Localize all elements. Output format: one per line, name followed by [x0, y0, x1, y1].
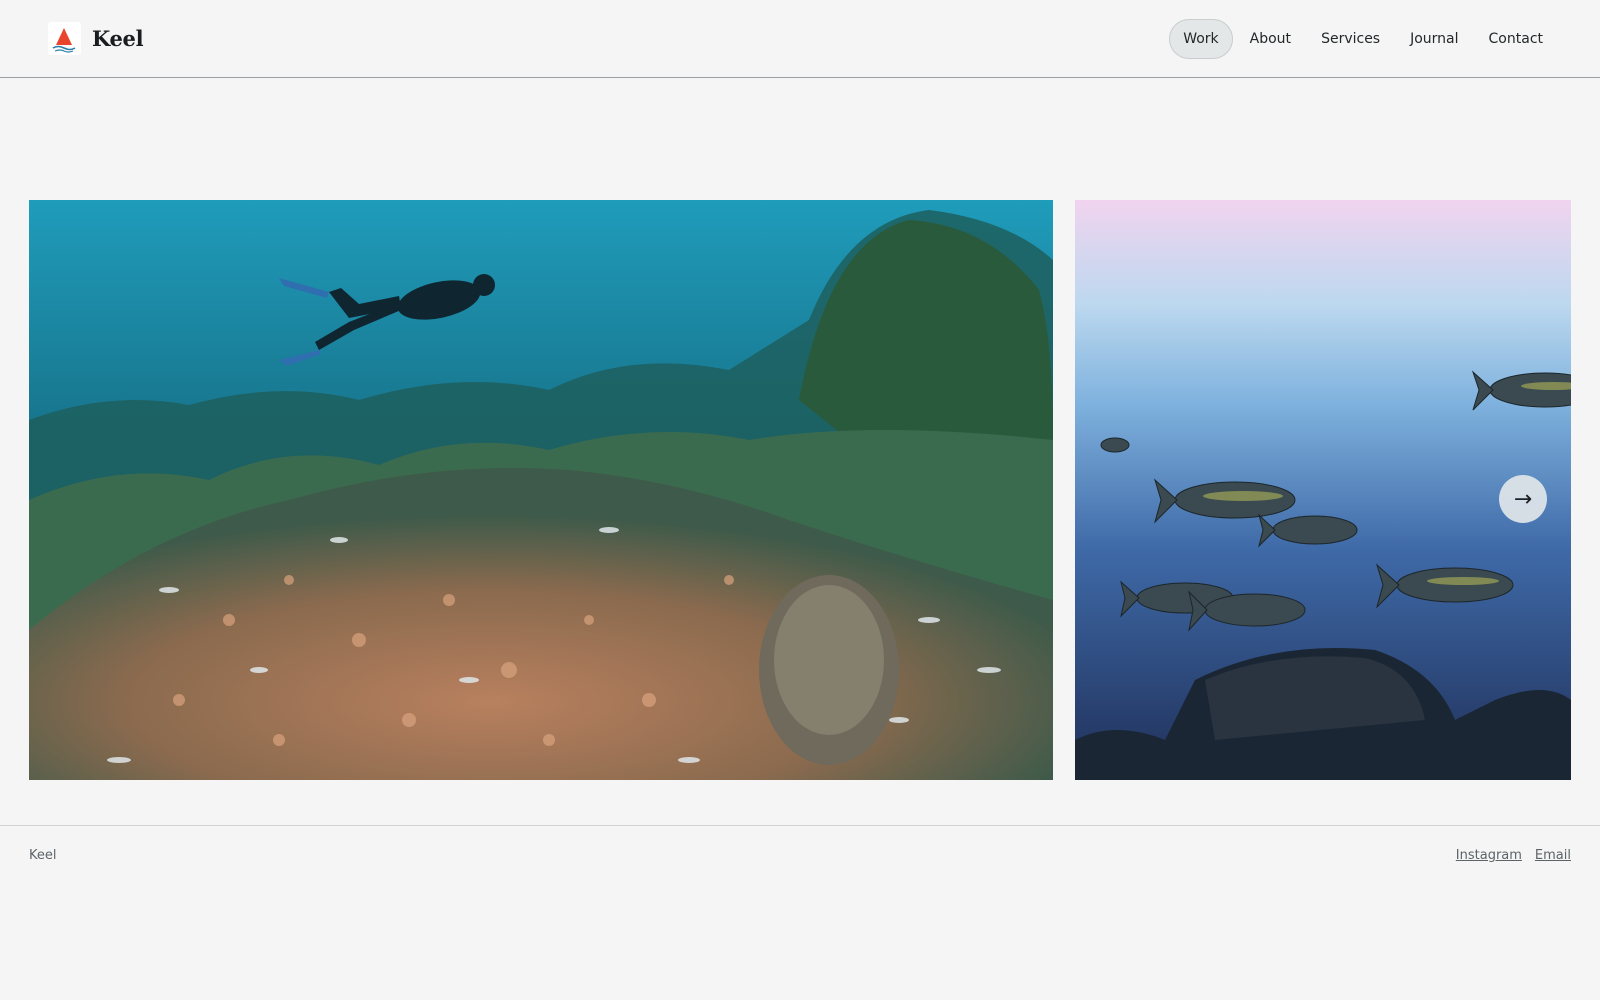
footer-link-instagram[interactable]: Instagram — [1456, 848, 1522, 863]
footer-links: Instagram Email — [1443, 848, 1571, 863]
brand[interactable]: Keel — [48, 20, 144, 56]
gallery-photo-reef-diver[interactable] — [29, 200, 1053, 780]
next-photo-button[interactable]: → — [1499, 475, 1547, 523]
footer-brand: Keel — [29, 848, 57, 863]
nav-item-services[interactable]: Services — [1308, 19, 1393, 59]
gallery-photo-jackfish[interactable]: → — [1075, 200, 1571, 780]
photo-gallery: → — [29, 200, 1571, 780]
arrow-right-icon: → — [1513, 486, 1533, 512]
brand-name: Keel — [92, 25, 144, 51]
nav-item-journal[interactable]: Journal — [1397, 19, 1471, 59]
footer-link-email[interactable]: Email — [1535, 848, 1571, 863]
sailboat-logo-icon — [48, 21, 81, 55]
site-header: Keel Work About Services Journal Contact — [0, 0, 1600, 78]
nav-item-about[interactable]: About — [1237, 19, 1304, 59]
nav-item-contact[interactable]: Contact — [1476, 19, 1556, 59]
site-footer: Keel Instagram Email — [0, 825, 1600, 886]
main-nav: Work About Services Journal Contact — [1165, 19, 1556, 59]
nav-item-work[interactable]: Work — [1169, 19, 1233, 59]
